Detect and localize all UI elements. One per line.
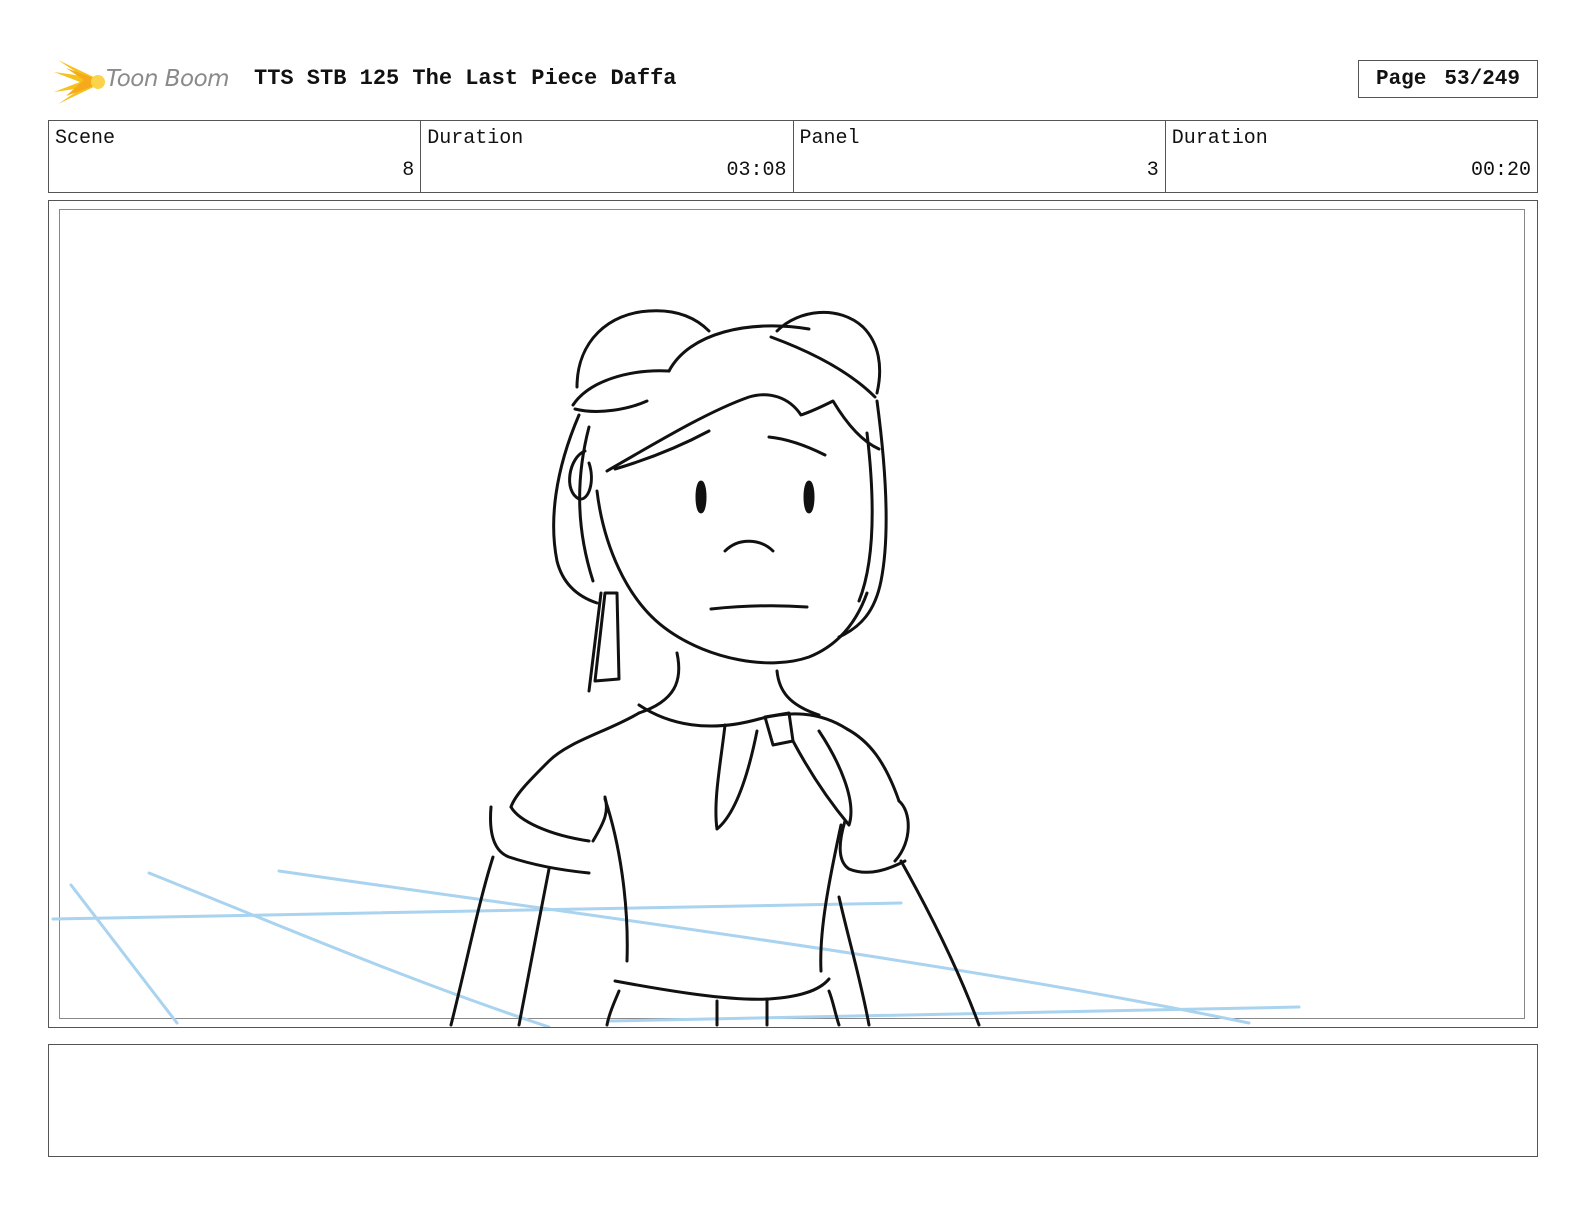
panel-label: Panel [799, 127, 860, 150]
panel-duration-cell: Duration 00:20 [1166, 121, 1537, 192]
page-number: 53/249 [1444, 67, 1521, 91]
panel-info-row: Scene 8 Duration 03:08 Panel 3 Duration … [48, 120, 1538, 193]
scene-duration-cell: Duration 03:08 [421, 121, 794, 192]
panel-value: 3 [1146, 159, 1159, 182]
logo-text: Toon Boom [106, 66, 230, 92]
page-label: Page [1375, 67, 1427, 91]
document-title: TTS STB 125 The Last Piece Daffa [254, 66, 677, 91]
scene-duration-label: Duration [427, 127, 524, 150]
girl-drawing [449, 309, 981, 1027]
page-header: Toon Boom TTS STB 125 The Last Piece Daf… [48, 52, 1538, 106]
scene-label: Scene [55, 127, 116, 150]
panel-cell: Panel 3 [794, 121, 1166, 192]
panel-notes-box [48, 1044, 1538, 1157]
page-indicator: Page 53/249 [1358, 60, 1538, 98]
guide-lines [51, 869, 1301, 1027]
panel-duration-value: 00:20 [1470, 159, 1531, 182]
toon-boom-logo: Toon Boom [52, 56, 242, 108]
scene-cell: Scene 8 [49, 121, 422, 192]
panel-duration-label: Duration [1171, 127, 1268, 150]
character-sketch [51, 309, 1301, 1027]
scene-value: 8 [402, 159, 415, 182]
starburst-icon [54, 60, 105, 104]
scene-duration-value: 03:08 [726, 159, 787, 182]
storyboard-panel [48, 200, 1538, 1028]
